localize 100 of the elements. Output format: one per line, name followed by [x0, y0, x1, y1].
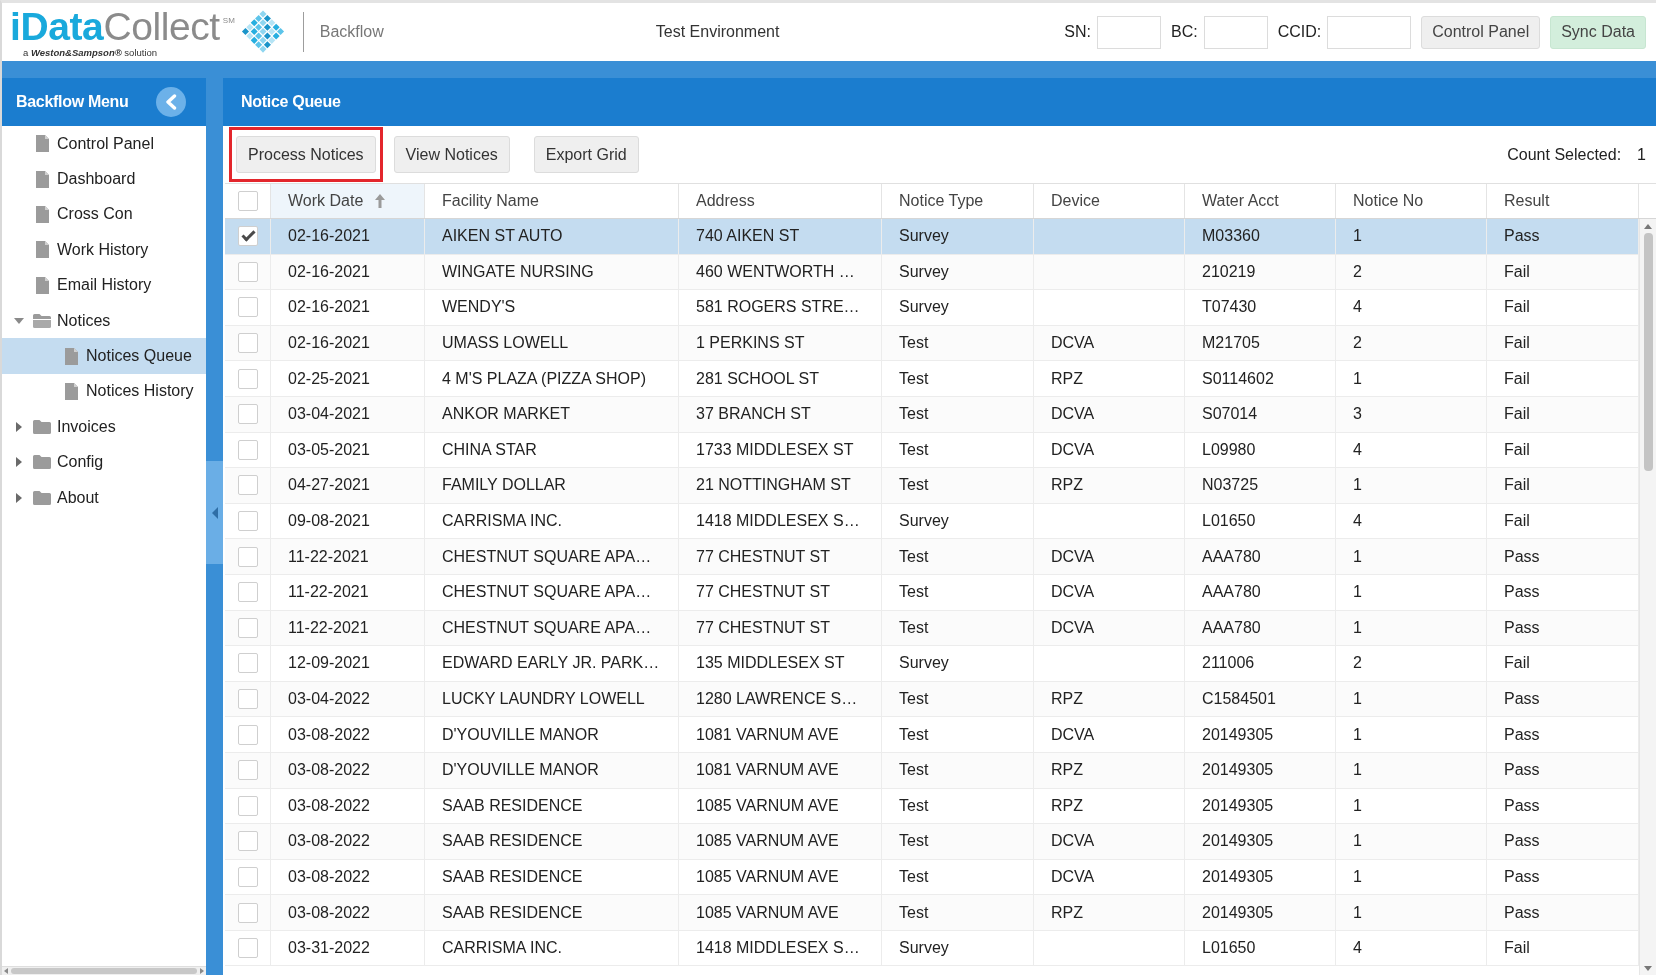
input-field[interactable] — [1327, 15, 1412, 49]
table-row[interactable]: 03-08-2022 D'YOUVILLE MANOR 1081 VARNUM AVE Test RPZ 20149305 1 Pass — [225, 752, 1639, 789]
table-row[interactable]: 03-08-2022 SAAB RESIDENCE 1085 VARNUM AVE Test RPZ 20149305 1 Pass — [225, 895, 1639, 931]
table-row[interactable]: 03-31-2022 CARRISMA INC. 1418 MIDDLESEX S… Survey L01650 4 Fail — [225, 930, 1639, 967]
horizontal-scrollbar[interactable] — [2, 966, 206, 975]
table-cell: 281 SCHOOL ST — [679, 361, 882, 396]
table-row[interactable]: 03-08-2022 D'YOUVILLE MANOR 1081 VARNUM AVE Test DCVA 20149305 1 Pass — [225, 717, 1639, 753]
table-cell: AAA780 — [1185, 539, 1336, 574]
table-cell: RPZ — [1034, 361, 1185, 396]
row-checkbox[interactable] — [237, 867, 258, 887]
row-checkbox[interactable] — [237, 582, 258, 603]
row-checkbox[interactable] — [237, 404, 258, 425]
row-checkbox[interactable] — [237, 511, 258, 532]
table-cell: 4 — [1336, 503, 1487, 539]
table-row[interactable]: 02-25-2021 4 M'S PLAZA (PIZZA SHOP) 281 SCHOOL ST Test RPZ S0114602 1 Fail — [225, 361, 1639, 397]
splitter-bar[interactable] — [206, 78, 223, 975]
row-checkbox[interactable] — [237, 902, 258, 923]
table-cell: 1085 VARNUM AVE — [679, 859, 882, 895]
table-row[interactable]: 12-09-2021 EDWARD EARLY JR. PARK… 135 MIDDLESEX ST Survey 211006 2 Fail — [225, 646, 1639, 682]
row-checkbox[interactable] — [237, 226, 258, 247]
row-checkbox[interactable] — [237, 795, 258, 816]
toolbar-button[interactable]: Export Grid — [533, 136, 639, 173]
table-cell: 77 CHESTNUT ST — [679, 574, 882, 610]
table-cell: RPZ — [1034, 895, 1185, 930]
column-header[interactable]: Facility Name — [425, 184, 679, 218]
table-row[interactable]: 11-22-2021 CHESTNUT SQUARE APA… 77 CHESTNUT ST Test DCVA AAA780 1 Pass — [225, 539, 1639, 575]
splitter-handle[interactable] — [206, 461, 223, 564]
table-cell: 20149305 — [1185, 752, 1336, 788]
row-checkbox[interactable] — [237, 261, 258, 282]
column-header[interactable]: Device — [1034, 184, 1185, 218]
sidebar-item[interactable]: Dashboard — [2, 161, 206, 197]
sidebar-item[interactable]: About — [2, 479, 206, 516]
table-cell: RPZ — [1034, 752, 1185, 788]
table-cell: Survey — [882, 290, 1034, 325]
table-row[interactable]: 02-16-2021 AIKEN ST AUTO 740 AIKEN ST Survey M03360 1 Pass — [225, 219, 1639, 255]
row-checkbox[interactable] — [237, 760, 258, 781]
table-row[interactable]: 02-16-2021 WINGATE NURSING 460 WENTWORTH … Survey 210219 2 Fail — [225, 254, 1639, 291]
table-cell: DCVA — [1034, 539, 1185, 574]
row-checkbox[interactable] — [237, 938, 258, 959]
column-header[interactable]: Work Date — [271, 184, 425, 218]
select-all-checkbox[interactable] — [237, 191, 258, 211]
scrollbar-thumb[interactable] — [11, 968, 197, 974]
sidebar-item[interactable]: Work History — [2, 232, 206, 268]
sidebar-item[interactable]: Notices History — [2, 373, 206, 410]
table-cell: SAAB RESIDENCE — [425, 895, 679, 930]
row-checkbox[interactable] — [237, 475, 258, 496]
row-checkbox[interactable] — [237, 617, 258, 638]
table-cell: DCVA — [1034, 824, 1185, 859]
input-field[interactable] — [1097, 15, 1161, 49]
table-cell: 11-22-2021 — [271, 539, 425, 574]
sidebar-item[interactable]: Control Panel — [2, 126, 206, 162]
column-header[interactable]: Address — [679, 184, 882, 218]
table-cell: 77 CHESTNUT ST — [679, 539, 882, 574]
sidebar-item[interactable]: Cross Con — [2, 196, 206, 233]
input-field[interactable] — [1203, 15, 1268, 49]
column-header[interactable]: Notice Type — [882, 184, 1034, 218]
column-header[interactable]: Water Acct — [1185, 184, 1336, 218]
column-header[interactable]: Result — [1487, 184, 1639, 218]
table-cell: Test — [882, 539, 1034, 574]
sidebar-item[interactable]: Invoices — [2, 409, 206, 445]
toolbar-button[interactable]: Process Notices — [236, 136, 376, 173]
column-header[interactable]: Notice No — [1336, 184, 1487, 218]
toolbar-button[interactable]: View Notices — [393, 136, 510, 173]
scrollbar-thumb[interactable] — [1643, 233, 1653, 471]
table-row[interactable]: 03-04-2022 LUCKY LAUNDRY LOWELL 1280 LAWRENCE S… Test RPZ C1584501 1 Pass — [225, 681, 1639, 718]
field-label: SN: — [1064, 22, 1091, 42]
row-checkbox[interactable] — [237, 831, 258, 852]
row-checkbox[interactable] — [237, 724, 258, 745]
row-checkbox[interactable] — [237, 546, 258, 567]
table-row[interactable]: 02-16-2021 WENDY'S 581 ROGERS STRE… Survey T07430 4 Fail — [225, 290, 1639, 326]
sidebar-item[interactable]: Notices Queue — [2, 338, 206, 374]
table-row[interactable]: 03-04-2021 ANKOR MARKET 37 BRANCH ST Test DCVA S07014 3 Fail — [225, 396, 1639, 433]
table-row[interactable]: 04-27-2021 FAMILY DOLLAR 21 NOTTINGHAM ST Test RPZ N03725 1 Fail — [225, 468, 1639, 504]
table-cell: 2 — [1336, 646, 1487, 681]
table-row[interactable]: 11-22-2021 CHESTNUT SQUARE APA… 77 CHESTNUT ST Test DCVA AAA780 1 Pass — [225, 574, 1639, 611]
table-cell: 211006 — [1185, 646, 1336, 681]
row-checkbox[interactable] — [237, 653, 258, 674]
table-cell: Survey — [882, 219, 1034, 254]
table-cell: 02-25-2021 — [271, 361, 425, 396]
table-row[interactable]: 11-22-2021 CHESTNUT SQUARE APA… 77 CHESTNUT ST Test DCVA AAA780 1 Pass — [225, 610, 1639, 647]
header-button[interactable]: Sync Data — [1550, 15, 1646, 49]
row-checkbox[interactable] — [237, 297, 258, 318]
vertical-scrollbar[interactable] — [1639, 219, 1656, 975]
row-checkbox[interactable] — [237, 439, 258, 460]
row-checkbox[interactable] — [237, 689, 258, 709]
table-row[interactable]: 03-08-2022 SAAB RESIDENCE 1085 VARNUM AVE Test DCVA 20149305 1 Pass — [225, 824, 1639, 860]
table-cell: 20149305 — [1185, 824, 1336, 859]
table-cell: T07430 — [1185, 290, 1336, 325]
document-icon — [64, 382, 78, 400]
table-row[interactable]: 02-16-2021 UMASS LOWELL 1 PERKINS ST Test DCVA M21705 2 Fail — [225, 325, 1639, 362]
sidebar-item[interactable]: Config — [2, 444, 206, 480]
scroll-up-arrow-icon — [1644, 224, 1652, 229]
collapse-button[interactable] — [156, 87, 186, 117]
sidebar-item[interactable]: Email History — [2, 267, 206, 303]
table-cell: L01650 — [1185, 930, 1336, 966]
table-cell: RPZ — [1034, 468, 1185, 503]
header-button[interactable]: Control Panel — [1421, 15, 1541, 49]
row-checkbox[interactable] — [237, 333, 258, 354]
row-checkbox[interactable] — [237, 368, 258, 389]
sidebar-item[interactable]: Notices — [2, 302, 206, 339]
